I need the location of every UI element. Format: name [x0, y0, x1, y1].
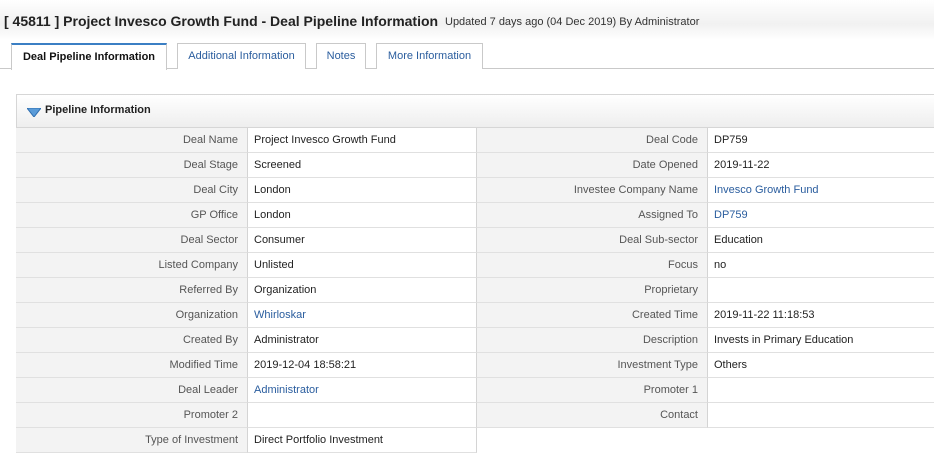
field-value: 2019-11-22 11:18:53 — [707, 303, 934, 328]
table-row: Created By Administrator Description Inv… — [16, 328, 934, 353]
pipeline-details-table: Deal Name Project Invesco Growth Fund De… — [16, 128, 934, 453]
field-label: Assigned To — [477, 203, 707, 228]
field-label: Deal City — [16, 178, 247, 203]
field-label: Listed Company — [16, 253, 247, 278]
updated-info: Updated 7 days ago (04 Dec 2019) By Admi… — [445, 16, 700, 28]
field-label: Proprietary — [477, 278, 707, 303]
tab-notes[interactable]: Notes — [316, 43, 366, 69]
field-value: Others — [707, 353, 934, 378]
table-row: Listed Company Unlisted Focus no — [16, 253, 934, 278]
table-row: GP Office London Assigned To DP759 — [16, 203, 934, 228]
table-row: Referred By Organization Proprietary — [16, 278, 934, 303]
field-value: Consumer — [247, 228, 477, 253]
field-value: London — [247, 178, 477, 203]
field-value: Organization — [247, 278, 477, 303]
tab-more-information[interactable]: More Information — [376, 43, 483, 69]
field-value: DP759 — [707, 128, 934, 153]
table-row: Modified Time 2019-12-04 18:58:21 Invest… — [16, 353, 934, 378]
table-row: Deal Sector Consumer Deal Sub-sector Edu… — [16, 228, 934, 253]
table-row: Deal City London Investee Company Name I… — [16, 178, 934, 203]
field-value: Unlisted — [247, 253, 477, 278]
field-label: Deal Sector — [16, 228, 247, 253]
table-row: Deal Leader Administrator Promoter 1 — [16, 378, 934, 403]
field-label: Investment Type — [477, 353, 707, 378]
field-label: Promoter 2 — [16, 403, 247, 428]
table-row: Organization Whirloskar Created Time 201… — [16, 303, 934, 328]
field-label: Deal Stage — [16, 153, 247, 178]
field-label: Contact — [477, 403, 707, 428]
field-value: Screened — [247, 153, 477, 178]
field-value: 2019-11-22 — [707, 153, 934, 178]
field-value: Project Invesco Growth Fund — [247, 128, 477, 153]
field-label: Deal Sub-sector — [477, 228, 707, 253]
tab-deal-pipeline-information[interactable]: Deal Pipeline Information — [11, 43, 167, 70]
field-value: Direct Portfolio Investment — [247, 428, 477, 453]
field-label: Created Time — [477, 303, 707, 328]
collapse-triangle-icon[interactable] — [27, 108, 41, 117]
field-label: Date Opened — [477, 153, 707, 178]
field-value — [707, 278, 934, 303]
field-value: no — [707, 253, 934, 278]
field-label: Referred By — [16, 278, 247, 303]
field-label: Investee Company Name — [477, 178, 707, 203]
field-label: Organization — [16, 303, 247, 328]
field-value: Administrator — [247, 328, 477, 353]
table-row: Deal Stage Screened Date Opened 2019-11-… — [16, 153, 934, 178]
tab-bar: Deal Pipeline Information Additional Inf… — [0, 43, 934, 70]
field-label: GP Office — [16, 203, 247, 228]
field-label: Promoter 1 — [477, 378, 707, 403]
tab-additional-information[interactable]: Additional Information — [177, 43, 306, 69]
table-row: Promoter 2 Contact — [16, 403, 934, 428]
field-label: Focus — [477, 253, 707, 278]
field-value — [247, 403, 477, 428]
field-value: Education — [707, 228, 934, 253]
field-label: Created By — [16, 328, 247, 353]
field-value: Invests in Primary Education — [707, 328, 934, 353]
table-row: Type of Investment Direct Portfolio Inve… — [16, 428, 934, 453]
page-title: [ 45811 ] Project Invesco Growth Fund - … — [4, 13, 439, 29]
field-label: Type of Investment — [16, 428, 247, 453]
field-value — [707, 378, 934, 403]
assigned-to-link[interactable]: DP759 — [707, 203, 934, 228]
section-title: Pipeline Information — [45, 104, 151, 116]
field-value — [707, 403, 934, 428]
table-row: Deal Name Project Invesco Growth Fund De… — [16, 128, 934, 153]
deal-leader-link[interactable]: Administrator — [247, 378, 477, 403]
field-label: Deal Code — [477, 128, 707, 153]
field-label: Modified Time — [16, 353, 247, 378]
field-value: 2019-12-04 18:58:21 — [247, 353, 477, 378]
organization-link[interactable]: Whirloskar — [247, 303, 477, 328]
field-label: Deal Name — [16, 128, 247, 153]
field-label: Deal Leader — [16, 378, 247, 403]
field-label: Description — [477, 328, 707, 353]
pipeline-section-header: Pipeline Information — [16, 94, 934, 128]
title-bar: [ 45811 ] Project Invesco Growth Fund - … — [0, 0, 934, 40]
investee-company-link[interactable]: Invesco Growth Fund — [707, 178, 934, 203]
field-value: London — [247, 203, 477, 228]
